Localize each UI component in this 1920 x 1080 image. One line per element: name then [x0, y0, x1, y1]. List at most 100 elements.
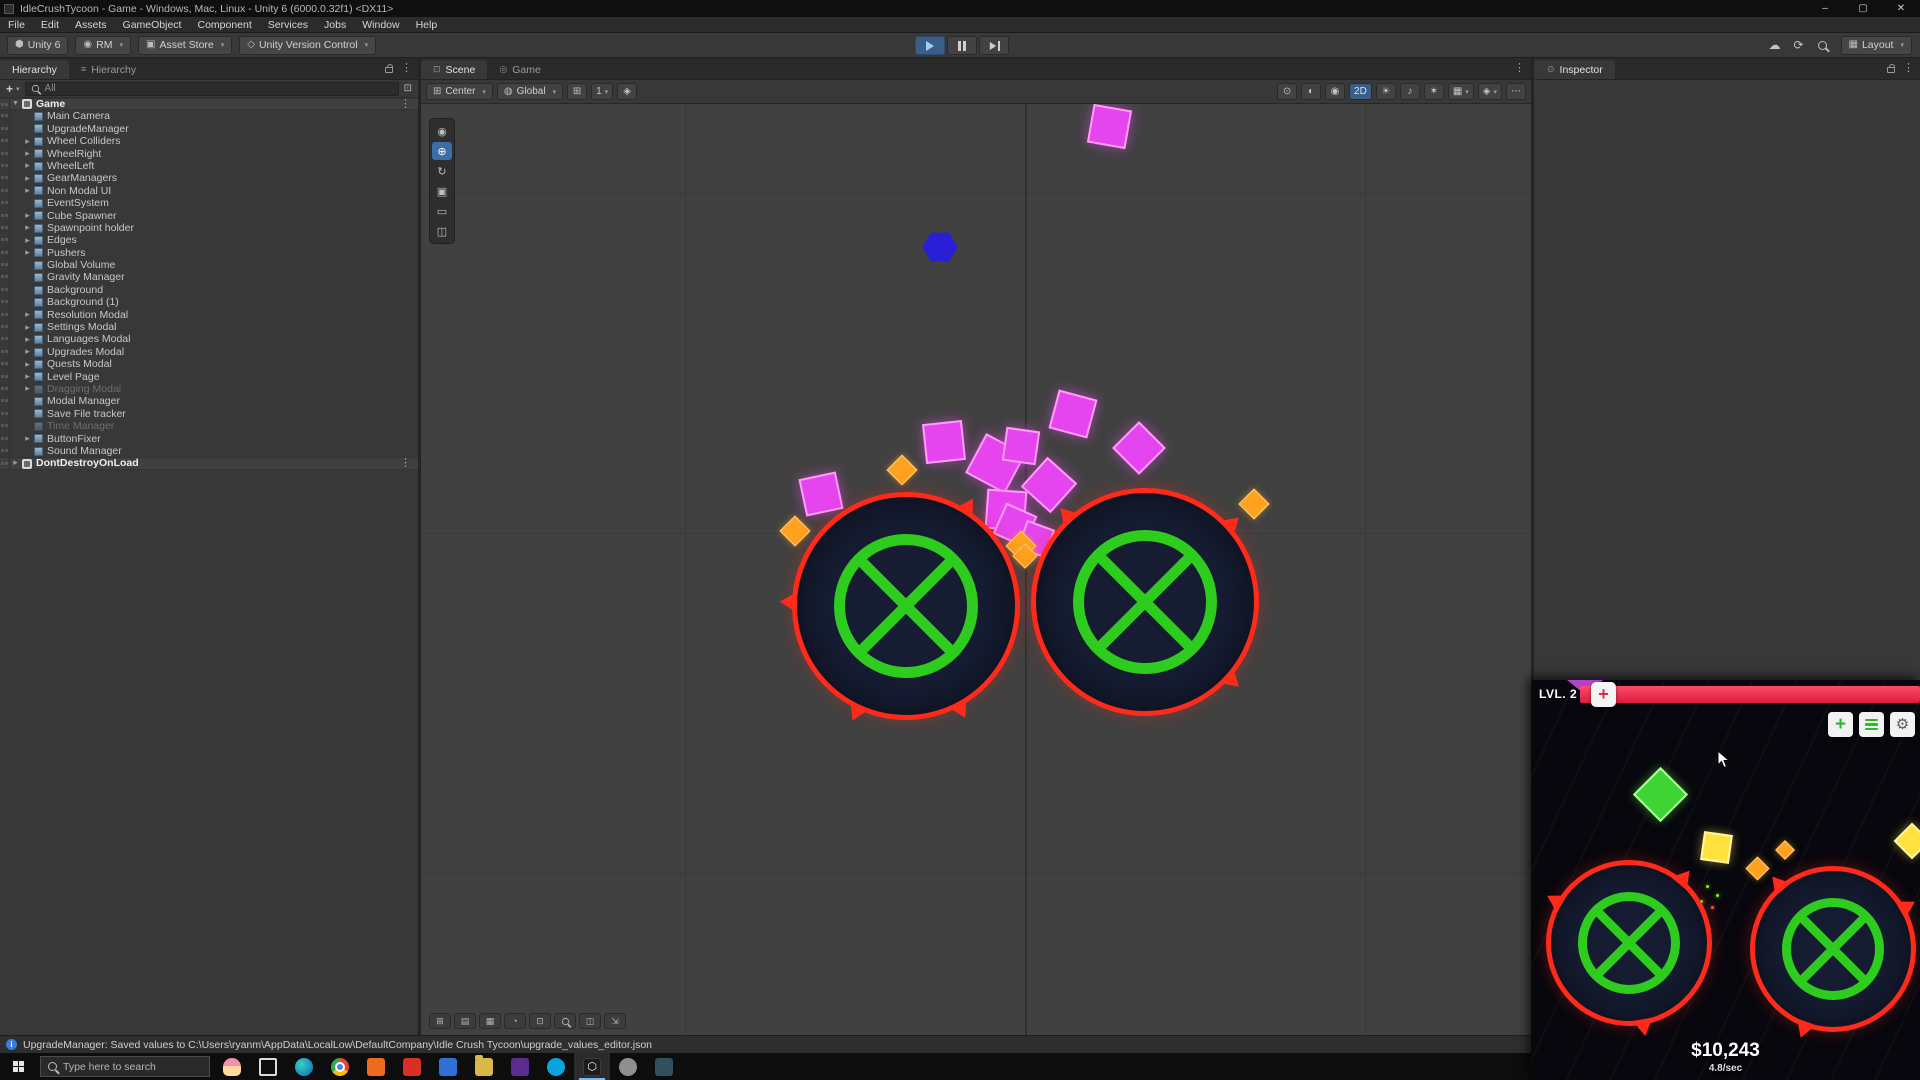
taskbar-app-skype[interactable]: [538, 1053, 574, 1080]
visibility-gutter[interactable]: [0, 259, 10, 271]
tab-scene[interactable]: ⊡ Scene: [421, 60, 487, 79]
visibility-gutter[interactable]: [0, 247, 10, 259]
hierarchy-item[interactable]: UpgradeManager: [0, 123, 418, 135]
menu-button[interactable]: [1859, 712, 1884, 737]
scene-canvas[interactable]: ◉ ⊕ ↻ ▣ ▭ ◫: [421, 104, 1531, 1035]
dontdestroyonload-row[interactable]: DontDestroyOnLoad ⋮: [0, 457, 418, 469]
taskbar-app-explorer[interactable]: [466, 1053, 502, 1080]
expand-arrow-icon[interactable]: [22, 321, 33, 334]
magenta-cube[interactable]: [1112, 421, 1166, 475]
hierarchy-item[interactable]: Gravity Manager: [0, 271, 418, 283]
hierarchy-item[interactable]: Time Manager: [0, 420, 418, 432]
panel-menu-icon[interactable]: ⋮: [401, 63, 412, 74]
pause-button[interactable]: [947, 36, 977, 55]
tool-orientation-dropdown[interactable]: ◍ Global: [497, 83, 563, 100]
mini-tool-3[interactable]: ▦: [479, 1013, 501, 1029]
menu-item[interactable]: Assets: [67, 17, 115, 32]
view-tool[interactable]: ◉: [432, 122, 452, 140]
taskbar-app-unity[interactable]: ⬡: [574, 1053, 610, 1080]
expand-arrow-icon[interactable]: [22, 234, 33, 247]
visibility-gutter[interactable]: [0, 383, 10, 395]
expand-arrow-icon[interactable]: [22, 135, 33, 148]
taskbar-app-icecream[interactable]: [214, 1053, 250, 1080]
taskbar-app-blue[interactable]: [430, 1053, 466, 1080]
visibility-gutter[interactable]: [0, 135, 10, 147]
expand-arrow-icon[interactable]: [22, 159, 33, 172]
taskbar-app-visualstudio[interactable]: [502, 1053, 538, 1080]
snap-magnet-toggle[interactable]: ◈: [617, 83, 637, 100]
asset-store-button[interactable]: ▣ Asset Store: [138, 36, 232, 55]
visibility-gutter[interactable]: [0, 445, 10, 457]
start-button[interactable]: [0, 1053, 36, 1080]
visibility-gutter[interactable]: [0, 321, 10, 333]
orange-gem[interactable]: [779, 515, 810, 546]
crusher-wheel-left[interactable]: [792, 492, 1020, 720]
effects-dropdown[interactable]: ✶: [1424, 83, 1444, 100]
blue-hexagon[interactable]: [922, 231, 958, 263]
scene-picking-toggle[interactable]: ⊙: [1277, 83, 1297, 100]
collapse-arrow-icon[interactable]: [10, 98, 21, 110]
visibility-gutter[interactable]: [0, 210, 10, 222]
mini-tool-5[interactable]: ⊡: [529, 1013, 551, 1029]
taskbar-app-edge[interactable]: [286, 1053, 322, 1080]
visibility-gutter[interactable]: [0, 160, 10, 172]
hierarchy-item[interactable]: Cube Spawner: [0, 210, 418, 222]
draw-mode-dropdown[interactable]: ◉: [1325, 83, 1345, 100]
hierarchy-item[interactable]: Non Modal UI: [0, 185, 418, 197]
hierarchy-item[interactable]: Wheel Colliders: [0, 135, 418, 147]
visibility-gutter[interactable]: [0, 420, 10, 432]
expand-arrow-icon[interactable]: [22, 184, 33, 197]
lock-icon[interactable]: [385, 67, 393, 73]
taskbar-task-view[interactable]: [250, 1053, 286, 1080]
visibility-gutter[interactable]: [0, 371, 10, 383]
hierarchy-item[interactable]: Global Volume: [0, 259, 418, 271]
scene-menu-icon[interactable]: ⋮: [400, 458, 411, 469]
hierarchy-item[interactable]: Modal Manager: [0, 395, 418, 407]
menu-item[interactable]: Edit: [33, 17, 67, 32]
magenta-cube[interactable]: [1049, 390, 1098, 439]
expand-arrow-icon[interactable]: [22, 370, 33, 383]
hierarchy-item[interactable]: WheelLeft: [0, 160, 418, 172]
magenta-cube[interactable]: [798, 471, 843, 516]
mini-tool-1[interactable]: ⊞: [429, 1013, 451, 1029]
2d-toggle[interactable]: 2D: [1349, 83, 1372, 100]
mini-tool-8[interactable]: ⇲: [604, 1013, 626, 1029]
hierarchy-item[interactable]: Edges: [0, 234, 418, 246]
layout-dropdown[interactable]: ▦ Layout: [1841, 36, 1913, 55]
scene-menu-icon[interactable]: ⋮: [400, 99, 411, 110]
cloud-icon[interactable]: ☁: [1763, 36, 1787, 55]
visibility-gutter[interactable]: [0, 185, 10, 197]
hierarchy-item[interactable]: Level Page: [0, 371, 418, 383]
expand-arrow-icon[interactable]: [22, 246, 33, 259]
visibility-gutter[interactable]: [0, 99, 10, 109]
visibility-gutter[interactable]: [0, 358, 10, 370]
taskbar-app-chrome[interactable]: [322, 1053, 358, 1080]
mini-tool-4[interactable]: ◔: [504, 1013, 526, 1029]
hierarchy-item[interactable]: Background: [0, 284, 418, 296]
transform-tool[interactable]: ◫: [432, 222, 452, 240]
taskbar-app-red[interactable]: [394, 1053, 430, 1080]
menu-item[interactable]: File: [0, 17, 33, 32]
hierarchy-item[interactable]: Save File tracker: [0, 408, 418, 420]
hierarchy-item[interactable]: Sound Manager: [0, 445, 418, 457]
settings-button[interactable]: ⚙: [1890, 712, 1915, 737]
hierarchy-item[interactable]: EventSystem: [0, 197, 418, 209]
search-icon[interactable]: [1811, 36, 1835, 55]
expand-arrow-icon[interactable]: [22, 147, 33, 160]
collapse-arrow-icon[interactable]: [10, 456, 21, 470]
expand-arrow-icon[interactable]: [22, 333, 33, 346]
hierarchy-item[interactable]: ButtonFixer: [0, 433, 418, 445]
panel-menu-icon[interactable]: ⋮: [1903, 63, 1914, 74]
hierarchy-item[interactable]: WheelRight: [0, 148, 418, 160]
expand-arrow-icon[interactable]: [22, 432, 33, 445]
visibility-gutter[interactable]: [0, 408, 10, 420]
visibility-gutter[interactable]: [0, 395, 10, 407]
gizmos-dropdown[interactable]: ◈: [1478, 83, 1502, 100]
taskbar-app-dark[interactable]: [646, 1053, 682, 1080]
move-tool[interactable]: ⊕: [432, 142, 452, 160]
audio-toggle[interactable]: ♪: [1400, 83, 1420, 100]
menu-item[interactable]: Jobs: [316, 17, 354, 32]
orange-gem[interactable]: [1238, 488, 1269, 519]
hierarchy-item[interactable]: Main Camera: [0, 110, 418, 122]
tab-hierarchy-2[interactable]: ≡ Hierarchy: [69, 60, 148, 79]
